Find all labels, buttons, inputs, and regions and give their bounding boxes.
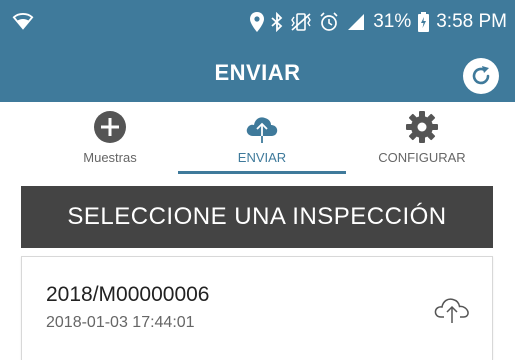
cloud-upload-icon <box>246 117 278 143</box>
gear-icon <box>406 111 438 143</box>
status-bar: 31% 3:58 PM <box>0 0 515 46</box>
tab-muestras[interactable]: Muestras <box>24 102 196 174</box>
active-tab-indicator <box>178 171 346 174</box>
tab-label: ENVIAR <box>237 150 287 165</box>
inspection-card[interactable]: 2018/M00000006 2018-01-03 17:44:01 <box>21 256 493 360</box>
tab-label: CONFIGURAR <box>378 150 466 165</box>
inspection-code: 2018/M00000006 <box>46 283 210 306</box>
location-icon <box>250 12 265 32</box>
section-banner: SELECCIONE UNA INSPECCIÓN <box>21 186 493 248</box>
signal-icon <box>348 14 365 30</box>
tab-enviar[interactable]: ENVIAR <box>176 102 348 174</box>
clock: 3:58 PM <box>436 11 507 32</box>
refresh-button[interactable] <box>463 58 499 94</box>
tab-configurar[interactable]: CONFIGURAR <box>336 102 508 174</box>
bluetooth-icon <box>271 12 283 32</box>
vibrate-icon <box>291 13 312 31</box>
battery-percent: 31% <box>373 11 412 32</box>
wifi-icon <box>12 12 34 30</box>
app-bar: ENVIAR <box>0 46 515 102</box>
tab-label: Muestras <box>83 150 137 165</box>
add-circle-icon <box>94 111 126 143</box>
tab-bar: Muestras ENVIAR CONFIGURAR <box>0 102 515 174</box>
refresh-icon <box>472 66 490 85</box>
alarm-icon <box>320 12 338 31</box>
status-icons: 31% 3:58 PM <box>250 9 507 35</box>
inspection-date: 2018-01-03 17:44:01 <box>46 314 195 331</box>
battery-icon <box>418 12 430 32</box>
page-title: ENVIAR <box>214 60 301 85</box>
cloud-upload-icon[interactable] <box>434 295 470 323</box>
